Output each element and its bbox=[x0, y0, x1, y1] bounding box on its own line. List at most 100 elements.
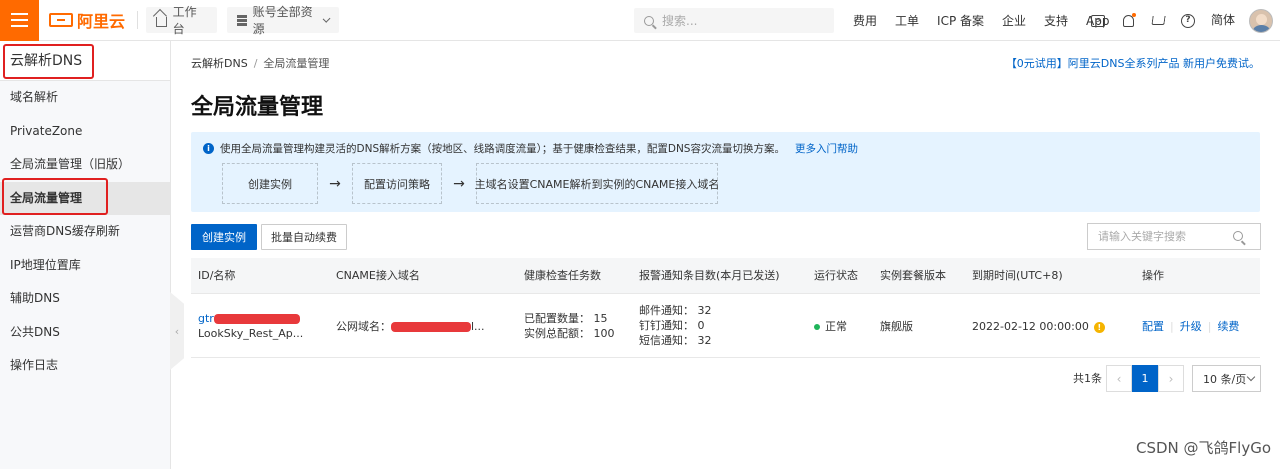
cell-health: 已配置数量： 15 实例总配额： 100 bbox=[524, 311, 615, 341]
top-links: 费用 工单 ICP 备案 企业 支持 App bbox=[853, 0, 1128, 41]
breadcrumb-root[interactable]: 云解析DNS bbox=[191, 57, 248, 70]
bell-icon[interactable] bbox=[1120, 12, 1136, 29]
menu-icon[interactable] bbox=[0, 0, 39, 41]
arrow-right-icon: → bbox=[453, 175, 465, 192]
link-support[interactable]: 支持 bbox=[1044, 12, 1068, 29]
cell-alerts: 邮件通知： 32 钉钉通知： 0 短信通知： 32 bbox=[639, 303, 712, 348]
global-search-input[interactable]: 搜索... bbox=[634, 8, 834, 33]
tip-line: i 使用全局流量管理构建灵活的DNS解析方案（按地区、线路调度流量）；基于健康检… bbox=[203, 141, 858, 156]
renew-link[interactable]: 续费 bbox=[1217, 320, 1239, 333]
terminal-icon[interactable]: > bbox=[1090, 13, 1106, 29]
sidebar-item-secondary-dns[interactable]: 辅助DNS bbox=[0, 282, 170, 316]
alert-sms: 短信通知： 32 bbox=[639, 334, 712, 347]
promo-link[interactable]: 【0元试用】阿里云DNS全系列产品 新用户免费试。 bbox=[1006, 55, 1260, 71]
expire-time: 2022-02-12 00:00:00 bbox=[972, 320, 1089, 333]
flow-step-create: 创建实例 bbox=[222, 163, 318, 204]
warning-icon[interactable]: ! bbox=[1093, 321, 1105, 333]
divider bbox=[137, 11, 139, 29]
health-quota: 实例总配额： 100 bbox=[524, 327, 615, 340]
sidebar-item-privatezone[interactable]: PrivateZone bbox=[0, 115, 170, 149]
tip-help-link[interactable]: 更多入门帮助 bbox=[795, 141, 858, 156]
language-switch[interactable]: 简体 bbox=[1211, 0, 1235, 41]
table-header: ID/名称 CNAME接入域名 健康检查任务数 报警通知条目数(本月已发送) 运… bbox=[191, 258, 1260, 294]
col-alerts: 报警通知条目数(本月已发送) bbox=[639, 269, 780, 282]
notification-dot bbox=[1132, 12, 1136, 17]
col-cname: CNAME接入域名 bbox=[336, 269, 420, 282]
flow-step-cname: 主域名设置CNAME解析到实例的CNAME接入域名 bbox=[475, 163, 719, 204]
search-icon[interactable] bbox=[1233, 231, 1243, 241]
col-status: 运行状态 bbox=[814, 269, 858, 282]
logo-mark-icon bbox=[49, 13, 73, 27]
sidebar: 云解析DNS 域名解析 PrivateZone 全局流量管理（旧版） 全局流量管… bbox=[0, 41, 171, 469]
sidebar-item-domain-resolution[interactable]: 域名解析 bbox=[0, 81, 170, 115]
batch-auto-renew-button[interactable]: 批量自动续费 bbox=[261, 224, 347, 250]
link-tickets[interactable]: 工单 bbox=[895, 12, 919, 29]
aliyun-logo[interactable]: 阿里云 bbox=[49, 8, 125, 32]
next-page-button[interactable]: › bbox=[1158, 365, 1184, 392]
setup-flow: 创建实例 → 配置访问策略 → 主域名设置CNAME解析到实例的CNAME接入域… bbox=[222, 163, 719, 204]
page-1-button[interactable]: 1 bbox=[1132, 365, 1158, 392]
breadcrumb: 云解析DNS / 全局流量管理 bbox=[191, 57, 330, 70]
alert-email: 邮件通知： 32 bbox=[639, 304, 712, 317]
cell-ops: 配置 | 升级 | 续费 bbox=[1142, 320, 1240, 333]
link-enterprise[interactable]: 企业 bbox=[1002, 12, 1026, 29]
chevron-left-icon: ‹ bbox=[1116, 371, 1122, 386]
search-placeholder: 搜索... bbox=[662, 14, 698, 28]
sidebar-item-gtm-legacy[interactable]: 全局流量管理（旧版） bbox=[0, 148, 170, 182]
health-configured: 已配置数量： 15 bbox=[524, 312, 608, 325]
account-scope-label: 账号全部资源 bbox=[252, 5, 313, 36]
cname-label: 公网域名： bbox=[336, 320, 391, 333]
total-count: 共1条 bbox=[1073, 372, 1102, 385]
avatar[interactable] bbox=[1249, 9, 1273, 33]
create-instance-button[interactable]: 创建实例 bbox=[191, 224, 257, 250]
cell-expire: 2022-02-12 00:00:00! bbox=[972, 319, 1105, 334]
col-ops: 操作 bbox=[1142, 269, 1164, 282]
chevron-right-icon: › bbox=[1168, 371, 1174, 386]
flow-step-policy: 配置访问策略 bbox=[352, 163, 442, 204]
col-id-name: ID/名称 bbox=[198, 269, 236, 282]
col-expire: 到期时间(UTC+8) bbox=[972, 269, 1063, 282]
workbench-button[interactable]: 工作台 bbox=[146, 5, 218, 36]
sidebar-item-isp-cache-refresh[interactable]: 运营商DNS缓存刷新 bbox=[0, 215, 170, 249]
main-content: 云解析DNS / 全局流量管理 【0元试用】阿里云DNS全系列产品 新用户免费试。 … bbox=[171, 41, 1280, 469]
watermark: CSDN @飞鸽FlyGo bbox=[1136, 439, 1272, 457]
configure-link[interactable]: 配置 bbox=[1142, 320, 1164, 333]
search-icon bbox=[644, 15, 654, 26]
intro-tip-box: i 使用全局流量管理构建灵活的DNS解析方案（按地区、线路调度流量）；基于健康检… bbox=[191, 132, 1260, 212]
top-icons: > ? bbox=[1090, 0, 1210, 41]
sidebar-item-public-dns[interactable]: 公共DNS bbox=[0, 316, 170, 350]
info-icon: i bbox=[203, 143, 214, 154]
cell-cname: 公网域名： l... bbox=[336, 319, 485, 334]
sidebar-item-operation-log[interactable]: 操作日志 bbox=[0, 349, 170, 383]
chevron-down-icon bbox=[322, 14, 331, 23]
page-title: 全局流量管理 bbox=[191, 95, 324, 120]
link-icp[interactable]: ICP 备案 bbox=[937, 12, 984, 29]
col-plan: 实例套餐版本 bbox=[880, 269, 946, 282]
logo-text: 阿里云 bbox=[77, 12, 126, 31]
redaction-mark bbox=[213, 314, 300, 324]
cart-icon[interactable] bbox=[1150, 13, 1166, 29]
workbench-label: 工作台 bbox=[172, 5, 197, 36]
page-size-label: 10 条/页 bbox=[1203, 372, 1247, 386]
table-row: gtr LookSky_Rest_Ap... 公网域名： l... 已配置数量： … bbox=[191, 294, 1260, 358]
prev-page-button[interactable]: ‹ bbox=[1106, 365, 1132, 392]
home-icon bbox=[156, 16, 167, 27]
page-size-select[interactable]: 10 条/页 bbox=[1192, 365, 1261, 392]
sidebar-title: 云解析DNS bbox=[0, 41, 170, 81]
status-dot bbox=[814, 324, 820, 330]
breadcrumb-current: 全局流量管理 bbox=[263, 57, 330, 70]
cell-status: 正常 bbox=[814, 319, 847, 334]
link-fees[interactable]: 费用 bbox=[853, 12, 877, 29]
arrow-right-icon: → bbox=[329, 175, 341, 192]
account-scope-dropdown[interactable]: 账号全部资源 bbox=[227, 5, 340, 36]
help-icon[interactable]: ? bbox=[1180, 13, 1196, 29]
col-health: 健康检查任务数 bbox=[524, 269, 601, 282]
cell-id-name: gtr LookSky_Rest_Ap... bbox=[198, 311, 303, 341]
sidebar-item-gtm[interactable]: 全局流量管理 bbox=[0, 181, 170, 215]
upgrade-link[interactable]: 升级 bbox=[1180, 320, 1202, 333]
instance-id-link[interactable]: gtr bbox=[198, 312, 214, 325]
cell-plan: 旗舰版 bbox=[880, 320, 913, 333]
sidebar-item-ip-geo[interactable]: IP地理位置库 bbox=[0, 249, 170, 283]
cname-suffix: l... bbox=[471, 320, 485, 333]
alert-dingtalk: 钉钉通知： 0 bbox=[639, 319, 705, 332]
